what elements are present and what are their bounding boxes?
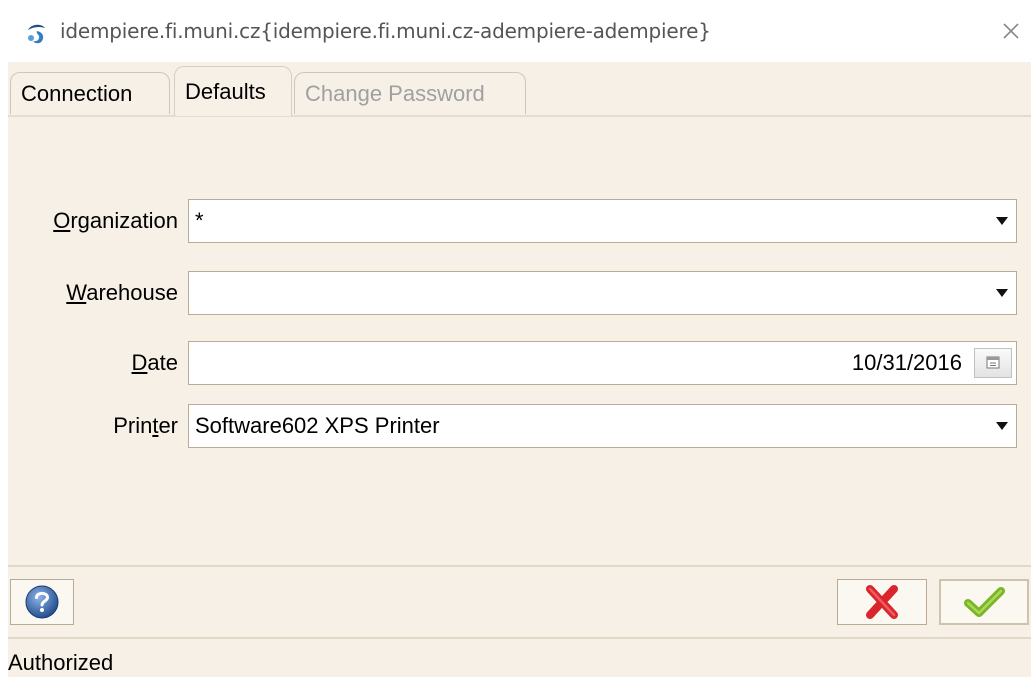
close-icon[interactable] (999, 19, 1023, 43)
date-field[interactable]: 10/31/2016 (188, 341, 1017, 385)
footer-divider (8, 565, 1031, 567)
printer-select[interactable]: Software602 XPS Printer (188, 404, 1017, 448)
help-button[interactable] (10, 579, 74, 625)
status-divider (8, 637, 1031, 639)
tab-change-password: Change Password (294, 72, 526, 114)
calendar-button[interactable] (974, 348, 1012, 378)
warehouse-row: Warehouse (8, 271, 1031, 315)
dialog-body: Connection Defaults Change Password Orga… (8, 62, 1031, 677)
tab-divider (8, 115, 1031, 117)
status-text: Authorized (8, 650, 114, 675)
cancel-x-icon (866, 585, 898, 619)
organization-row: Organization * (8, 199, 1031, 243)
ok-button[interactable] (939, 579, 1029, 625)
warehouse-select[interactable] (188, 271, 1017, 315)
printer-row: Printer Software602 XPS Printer (8, 404, 1031, 448)
printer-value: Software602 XPS Printer (195, 413, 440, 438)
date-row: Date 10/31/2016 (8, 341, 1031, 385)
help-icon (25, 585, 59, 619)
calendar-icon (986, 356, 1000, 369)
date-label: Date (131, 350, 178, 375)
date-value: 10/31/2016 (851, 350, 962, 375)
organization-select[interactable]: * (188, 199, 1017, 243)
warehouse-label: Warehouse (66, 280, 178, 305)
chevron-down-icon[interactable] (996, 217, 1008, 225)
organization-label: Organization (53, 208, 178, 233)
ok-check-icon (964, 587, 1005, 617)
tab-defaults[interactable]: Defaults (174, 66, 292, 116)
printer-label: Printer (113, 413, 178, 438)
tab-strip: Connection Defaults Change Password (8, 62, 1031, 118)
organization-value: * (195, 208, 204, 233)
window-title: idempiere.fi.muni.cz{idempiere.fi.muni.c… (60, 19, 711, 43)
chevron-down-icon[interactable] (996, 422, 1008, 430)
idempiere-logo-icon (28, 24, 45, 44)
cancel-button[interactable] (837, 579, 927, 625)
title-bar: idempiere.fi.muni.cz{idempiere.fi.muni.c… (0, 0, 1031, 62)
tab-connection[interactable]: Connection (10, 72, 170, 114)
chevron-down-icon[interactable] (996, 289, 1008, 297)
